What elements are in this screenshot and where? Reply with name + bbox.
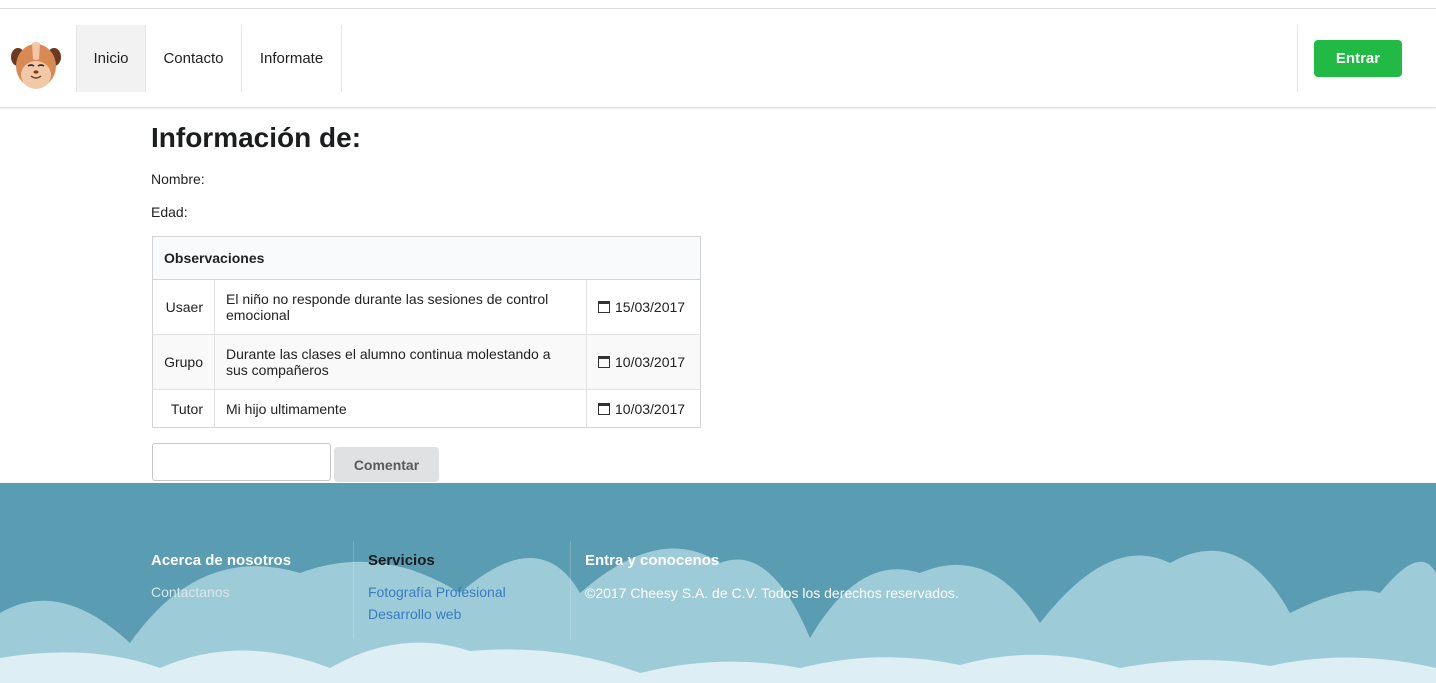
nav-item-label: Inicio	[93, 50, 129, 67]
table-row: Usaer El niño no responde durante las se…	[152, 279, 701, 335]
observation-message: Durante las clases el alumno continua mo…	[214, 334, 587, 390]
calendar-icon	[598, 301, 610, 313]
observations-table: Observaciones Usaer El niño no responde …	[152, 236, 701, 428]
nav-item-label: Informate	[259, 50, 324, 67]
observation-message: El niño no responde durante las sesiones…	[214, 279, 587, 335]
nav-item-informate[interactable]: Informate	[242, 25, 342, 92]
guinea-pig-logo-icon[interactable]	[10, 39, 62, 91]
edad-label: Edad:	[151, 204, 188, 220]
footer-link-fotografia[interactable]: Fotografía Profesional	[368, 584, 506, 600]
nombre-label: Nombre:	[151, 171, 205, 187]
observation-date: 10/03/2017	[586, 389, 701, 428]
table-header: Observaciones	[152, 236, 701, 280]
nav-item-contacto[interactable]: Contacto	[146, 25, 242, 92]
top-navbar: Inicio Contacto Informate Entrar	[0, 8, 1436, 108]
comment-button[interactable]: Comentar	[334, 447, 439, 482]
observation-date-text: 10/03/2017	[615, 354, 686, 370]
observation-date: 10/03/2017	[586, 334, 701, 390]
footer-services-title: Servicios	[368, 552, 435, 569]
nav-item-label: Contacto	[163, 50, 224, 67]
footer-column-divider	[353, 541, 354, 639]
table-header-row: Observaciones	[152, 236, 701, 280]
table-row: Grupo Durante las clases el alumno conti…	[152, 334, 701, 390]
table-row: Tutor Mi hijo ultimamente 10/03/2017	[152, 389, 701, 428]
page-title: Información de:	[151, 122, 362, 153]
footer: Acerca de nosotros Contactanos Servicios…	[0, 483, 1436, 683]
observation-date-text: 10/03/2017	[615, 400, 686, 417]
footer-about-title: Acerca de nosotros	[151, 552, 292, 569]
nav-divider	[1297, 25, 1298, 92]
footer-waves-decoration	[0, 548, 1436, 683]
footer-link-contactanos[interactable]: Contactanos	[151, 584, 230, 600]
nav-item-inicio[interactable]: Inicio	[76, 25, 146, 92]
observation-author: Grupo	[152, 334, 215, 390]
observation-date-text: 15/03/2017	[615, 299, 686, 315]
observation-date: 15/03/2017	[586, 279, 701, 335]
observation-author: Tutor	[152, 389, 215, 428]
comment-input[interactable]	[152, 443, 331, 481]
footer-join-title: Entra y conocenos	[585, 552, 720, 569]
footer-copyright: ©2017 Cheesy S.A. de C.V. Todos los dere…	[585, 585, 959, 601]
login-button[interactable]: Entrar	[1314, 40, 1402, 77]
calendar-icon	[598, 402, 610, 415]
footer-link-desarrollo[interactable]: Desarrollo web	[368, 606, 461, 622]
footer-column-divider	[570, 541, 571, 639]
observation-author: Usaer	[152, 279, 215, 335]
calendar-icon	[598, 356, 610, 368]
observation-message: Mi hijo ultimamente	[214, 389, 587, 428]
